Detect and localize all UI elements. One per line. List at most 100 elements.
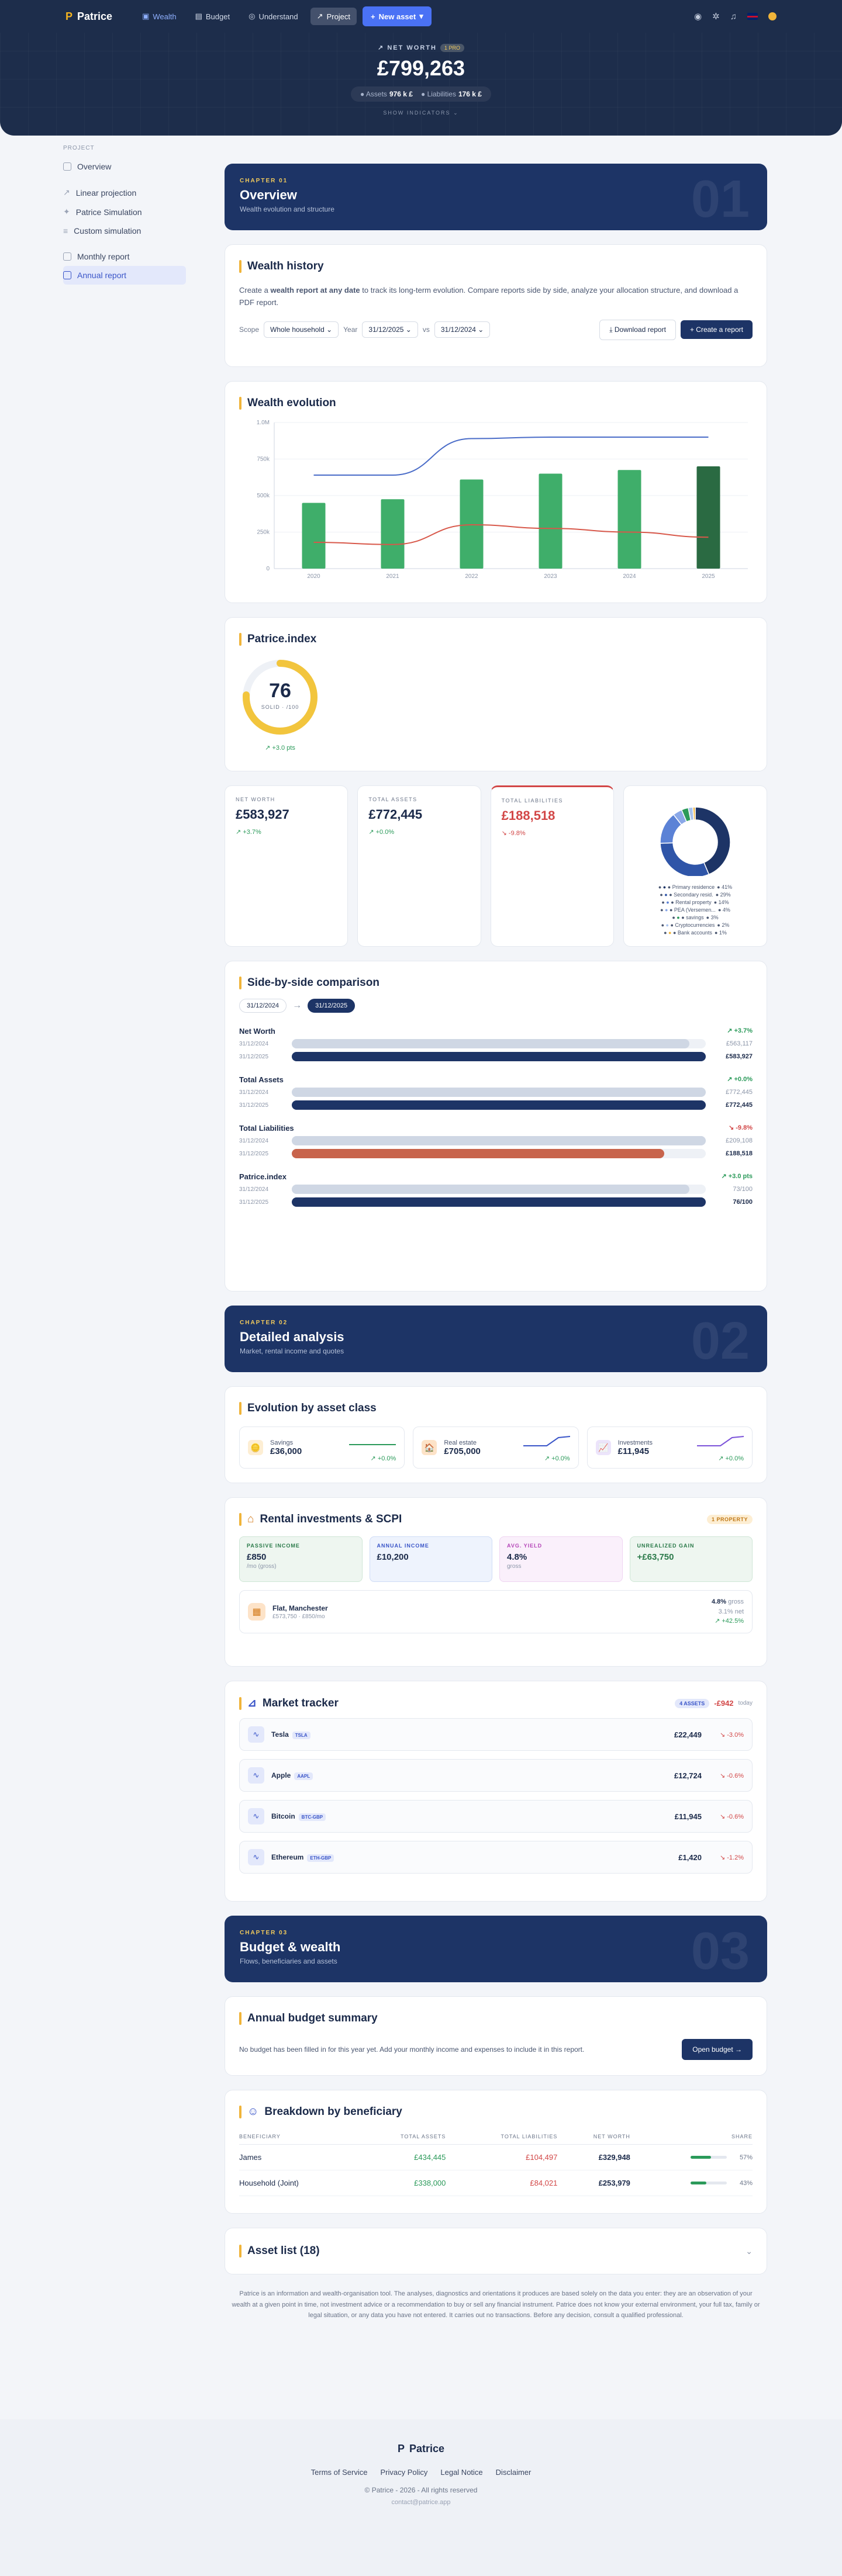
rental-kpi-label: UNREALIZED GAIN (637, 1543, 695, 1549)
comparison-list: Net Worth ↗ +3.7% 31/12/2024 £563,117 31/12/… (239, 1027, 753, 1207)
legend-swatch: ● (666, 899, 671, 905)
sidebar-item-patrice-simulation[interactable]: ✦ Patrice Simulation (63, 202, 186, 221)
market-change: ↘ -1.2% (719, 1854, 744, 1861)
brand-logo[interactable]: P Patrice (65, 11, 112, 23)
asset-list-accordion[interactable]: Asset list (18) ⌄ (225, 2228, 767, 2274)
today-label: today (738, 1700, 753, 1706)
rental-kpi-value: 4.8% (507, 1552, 527, 1562)
bell-icon[interactable]: ♫ (730, 12, 737, 22)
kpi-label: NET WORTH (236, 797, 275, 802)
tab-understand[interactable]: ◎ Understand (242, 8, 305, 25)
beneficiary-net-worth: £253,979 (557, 2170, 630, 2196)
nav-right-tools: ◉ ✲ ♫ (694, 11, 777, 22)
asset-class-value: £705,000 (444, 1446, 481, 1456)
calendar-icon (63, 271, 71, 279)
market-row[interactable]: ∿ Tesla TSLA £22,449 ↘ -3.0% (239, 1718, 753, 1751)
market-row[interactable]: ∿ Ethereum ETH-GBP £1,420 ↘ -1.2% (239, 1841, 753, 1874)
rental-kpi-sub: /mo (gross) (247, 1563, 277, 1570)
open-budget-button[interactable]: Open budget → (682, 2039, 753, 2060)
bar (460, 479, 484, 569)
bar (617, 470, 641, 569)
property-row[interactable]: ▦ Flat, Manchester £573,750 · £850/mo 4.8… (239, 1590, 753, 1633)
series-line (313, 524, 709, 545)
footer-email[interactable]: contact@patrice.app (0, 2499, 842, 2506)
comparison-card: Side-by-side comparison 31/12/2024 → 31/… (225, 961, 767, 1292)
create-report-button[interactable]: + Create a report (680, 320, 753, 340)
legend-pct: 29% (716, 892, 731, 898)
rental-kpi-value: £10,200 (377, 1552, 409, 1562)
sidebar: PROJECT Overview ↗ Linear projection ✦ Pat… (63, 145, 186, 285)
sidebar-item-annual-report[interactable]: Annual report (63, 266, 186, 285)
bar (539, 473, 563, 569)
footer-link-terms[interactable]: Terms of Service (311, 2468, 368, 2477)
legend-swatch: ● (665, 907, 670, 913)
footer-link-disclaimer[interactable]: Disclaimer (496, 2468, 532, 2477)
date-pill-current[interactable]: 31/12/2025 (308, 999, 356, 1013)
market-row[interactable]: ∿ Apple AAPL £12,724 ↘ -0.6% (239, 1759, 753, 1792)
date-select-current[interactable]: 31/12/2025 ⌄ (362, 321, 418, 338)
patrice-index-card: Patrice.index 76 SOLID · /100 ↗ +3.0 pts (225, 617, 767, 771)
chevron-down-icon[interactable]: ⌄ (746, 2246, 753, 2256)
date-select-compare[interactable]: 31/12/2024 ⌄ (434, 321, 491, 338)
asset-class-tile[interactable]: 📈 Investments £11,945 ↗ +0.0% (586, 1427, 753, 1469)
series-line (313, 437, 709, 476)
sidebar-item-custom-simulation[interactable]: ≡ Custom simulation (63, 221, 186, 240)
market-asset-name: Apple (271, 1771, 291, 1779)
eye-icon[interactable]: ◉ (694, 11, 702, 22)
market-row[interactable]: ∿ Bitcoin BTC-GBP £11,945 ↘ -0.6% (239, 1800, 753, 1833)
top-nav: P Patrice ▣ Wealth ▤ Budget ◎ Understand ↗ Pr… (0, 0, 842, 33)
comparison-bar (292, 1149, 665, 1158)
bar (696, 466, 720, 569)
rental-kpi: UNREALIZED GAIN +£63,750 (629, 1536, 753, 1582)
asset-class-tile[interactable]: 🪙 Savings £36,000 ↗ +0.0% (239, 1427, 405, 1469)
legend-swatch: ● (668, 930, 673, 936)
comparison-change: ↗ +3.7% (727, 1027, 753, 1034)
tab-budget[interactable]: ▤ Budget (189, 8, 237, 25)
sidebar-item-linear-projection[interactable]: ↗ Linear projection (63, 183, 186, 202)
budget-row: No budget has been filled in for this ye… (239, 2039, 753, 2060)
card-title-text: Rental investments & SCPI (260, 1513, 402, 1525)
property-yield-value: 4.8% (711, 1598, 727, 1606)
net-worth-label-text: NET WORTH (387, 44, 437, 51)
kpi-value: £772,445 (368, 807, 423, 822)
table-row: Household (Joint) £338,000 £84,021 £253,979… (239, 2170, 753, 2196)
comparison-bar (292, 1052, 706, 1061)
show-indicators-toggle[interactable]: SHOW INDICATORS ⌄ (0, 110, 842, 116)
tab-project[interactable]: ↗ Project (310, 8, 357, 25)
new-asset-button[interactable]: + New asset ▾ (363, 6, 432, 26)
asset-class-change: ↗ +0.0% (370, 1455, 396, 1462)
download-report-button[interactable]: ⤓ Download report (599, 319, 676, 340)
activity-icon: ∿ (248, 1726, 264, 1743)
comparison-metric: Total Assets (239, 1075, 284, 1084)
comparison-metric: Patrice.index (239, 1172, 287, 1181)
date-pill-previous[interactable]: 31/12/2024 (239, 999, 287, 1013)
x-tick-label: 2021 (386, 573, 399, 580)
asset-class-tile[interactable]: 🏠 Real estate £705,000 ↗ +0.0% (413, 1427, 579, 1469)
chapter-number: CHAPTER 01 (240, 178, 288, 184)
legend-item: ● Secondary resid.29% (660, 892, 730, 898)
chapter-watermark: 02 (691, 1312, 750, 1370)
flag-uk-icon[interactable] (747, 13, 758, 20)
scope-select[interactable]: Whole household ⌄ (264, 321, 339, 338)
sidebar-item-overview[interactable]: Overview (63, 157, 186, 176)
footer-link-privacy[interactable]: Privacy Policy (380, 2468, 427, 2477)
gear-icon[interactable]: ✲ (712, 11, 720, 22)
comparison-value: 76/100 (733, 1199, 753, 1206)
assets-summary: ● Assets 976 k £ (360, 90, 413, 98)
desc-bold: wealth report at any date (270, 286, 360, 295)
legend-pct: 41% (717, 884, 732, 890)
market-change: ↘ -3.0% (719, 1731, 744, 1739)
tab-wealth[interactable]: ▣ Wealth (136, 8, 183, 25)
legend-label: Primary residence (668, 884, 715, 890)
scope-label: Scope (239, 326, 260, 334)
legend-label: savings (681, 915, 703, 920)
asset-class-change: ↗ +0.0% (718, 1455, 744, 1462)
footer-link-legal[interactable]: Legal Notice (440, 2468, 482, 2477)
assets-label: Assets (365, 90, 387, 98)
net-worth-value: £799,263 (377, 56, 465, 80)
user-avatar[interactable] (768, 12, 777, 20)
beneficiary-assets: £338,000 (356, 2170, 446, 2196)
house-icon: ⌂ (247, 1513, 254, 1525)
sidebar-item-monthly-report[interactable]: Monthly report (63, 247, 186, 266)
rental-kpi: AVG. YIELD 4.8% gross (499, 1536, 623, 1582)
